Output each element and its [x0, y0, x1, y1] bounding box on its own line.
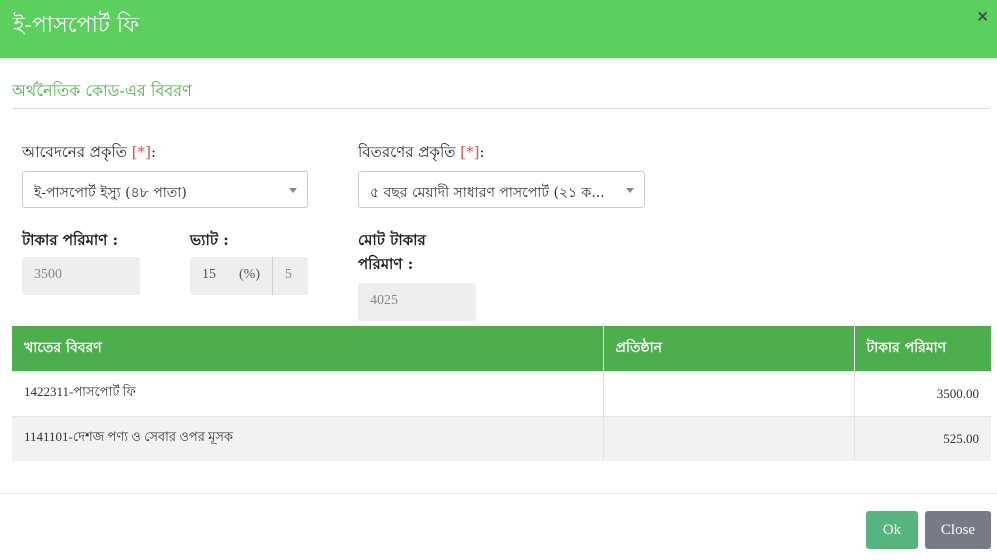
- row-amount: 525.00: [854, 415, 991, 461]
- vat-separator: [272, 257, 273, 295]
- label-colon: :: [151, 143, 157, 161]
- total-field[interactable]: 4025: [358, 283, 476, 321]
- header-amount: টাকার পরিমাণ: [854, 326, 991, 371]
- delivery-type-label-text: বিতরণের প্রকৃতি: [358, 143, 456, 161]
- vat-amount-value: 5: [285, 267, 292, 282]
- modal-title: ই-পাসপোর্ট ফি: [13, 13, 140, 38]
- application-type-select[interactable]: ই-পাসপোর্ট ইস্যু (৪৮ পাতা): [22, 171, 308, 208]
- application-type-label: আবেদনের প্রকৃতি [*]:: [22, 140, 156, 164]
- application-type-label-text: আবেদনের প্রকৃতি: [22, 143, 127, 161]
- row-description: 1422311-পাসপোর্ট ফি: [12, 370, 604, 416]
- table-row: 1141101-দেশজ পণ্য ও সেবার ওপর মূসক 525.0…: [12, 415, 991, 461]
- vat-rate-value: 15: [202, 267, 216, 282]
- row-description: 1141101-দেশজ পণ্য ও সেবার ওপর মূসক: [12, 415, 604, 461]
- footer-divider: [0, 493, 997, 494]
- close-button[interactable]: Close: [925, 511, 991, 549]
- vat-input-group[interactable]: 15 (%) 5: [190, 257, 308, 295]
- section-divider: [12, 108, 990, 109]
- vat-percent-symbol: (%): [239, 267, 260, 282]
- label-colon: :: [479, 143, 485, 161]
- row-institution: [603, 370, 855, 416]
- delivery-type-select[interactable]: ৫ বছর মেয়াদী সাধারণ পাসপোর্ট (২১ ক...: [358, 171, 645, 208]
- row-institution: [603, 415, 855, 461]
- ok-button[interactable]: Ok: [866, 511, 918, 549]
- chevron-down-icon: [289, 188, 297, 193]
- section-title: অর্থনৈতিক কোড-এর বিবরণ: [12, 81, 192, 100]
- amount-value: 3500: [34, 267, 62, 282]
- required-marker: [*]: [131, 143, 151, 161]
- vat-label: ভ্যাট :: [190, 231, 229, 249]
- modal-header: ই-পাসপোর্ট ফি ×: [0, 0, 997, 58]
- chevron-down-icon: [626, 188, 634, 193]
- application-type-selected: ই-পাসপোর্ট ইস্যু (৪৮ পাতা): [34, 185, 187, 201]
- amount-label: টাকার পরিমাণ :: [22, 231, 119, 249]
- total-label-line1: মোট টাকার: [358, 231, 426, 249]
- total-label-line2: পরিমাণ :: [358, 255, 414, 273]
- fee-breakdown-table: খাতের বিবরণ প্রতিষ্ঠান টাকার পরিমাণ 1422…: [12, 326, 991, 461]
- delivery-type-label: বিতরণের প্রকৃতি [*]:: [358, 140, 485, 164]
- header-institution: প্রতিষ্ঠান: [603, 326, 855, 371]
- total-value: 4025: [370, 293, 398, 308]
- header-description: খাতের বিবরণ: [12, 326, 604, 371]
- delivery-type-selected: ৫ বছর মেয়াদী সাধারণ পাসপোর্ট (২১ ক...: [370, 185, 605, 201]
- row-amount: 3500.00: [854, 370, 991, 416]
- required-marker: [*]: [460, 143, 480, 161]
- close-icon[interactable]: ×: [976, 7, 989, 25]
- amount-field[interactable]: 3500: [22, 257, 140, 295]
- table-header-row: খাতের বিবরণ প্রতিষ্ঠান টাকার পরিমাণ: [12, 326, 991, 371]
- table-row: 1422311-পাসপোর্ট ফি 3500.00: [12, 370, 991, 416]
